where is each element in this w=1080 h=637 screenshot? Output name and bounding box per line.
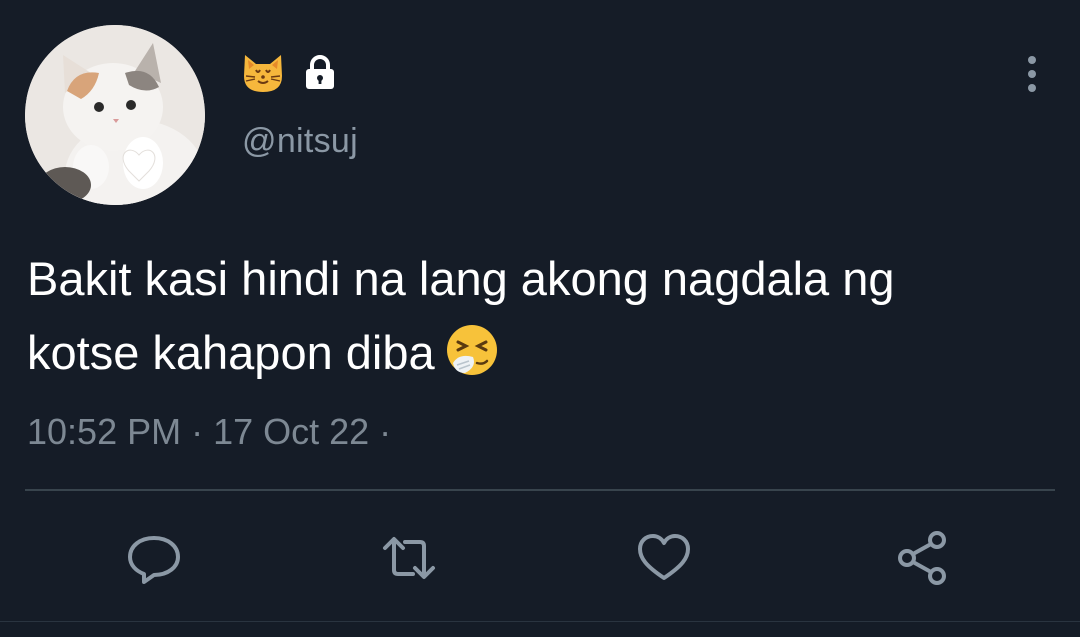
avatar[interactable] [25,25,205,205]
lock-icon [306,55,334,89]
reply-button[interactable] [126,530,182,586]
tweet-card: @nitsuj Bakit kasi hindi na lang akong n… [0,0,1080,637]
like-button[interactable] [636,530,692,586]
tweet-text-line-2: kotse kahapon diba [27,316,1057,390]
retweet-button[interactable] [381,530,437,586]
heart-icon [638,534,690,580]
cat-photo-avatar-image [25,25,205,205]
tweet-timestamp[interactable]: 10:52 PM · 17 Oct 22 · [27,411,391,453]
tweet-text-line-1: Bakit kasi hindi na lang akong nagdala n… [27,252,895,305]
display-name-row[interactable] [240,50,340,96]
retweet-arrows-icon [383,537,435,579]
cat-face-emoji [244,55,282,92]
share-nodes-icon [898,531,946,585]
sneezing-face-emoji [446,325,497,375]
bottom-divider [0,621,1080,622]
user-handle[interactable]: @nitsuj [242,122,358,161]
tweet-text: Bakit kasi hindi na lang akong nagdala n… [27,242,1057,390]
share-button[interactable] [895,530,951,586]
speech-bubble-icon [128,536,180,584]
tweet-text-line-2-text: kotse kahapon diba [27,326,435,379]
divider [25,489,1055,491]
more-options-icon[interactable] [1014,52,1050,96]
